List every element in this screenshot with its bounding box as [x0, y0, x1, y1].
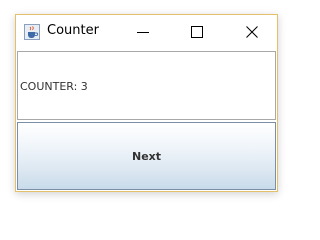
close-icon: [246, 23, 258, 42]
window-title: Counter: [47, 23, 99, 38]
counter-label: COUNTER: 3: [20, 80, 88, 93]
minimize-button[interactable]: [128, 20, 158, 44]
title-bar[interactable]: Counter: [16, 15, 277, 49]
counter-panel: COUNTER: 3: [17, 51, 276, 120]
minimize-icon: [137, 23, 149, 42]
maximize-icon: [191, 23, 203, 42]
close-button[interactable]: [237, 20, 267, 44]
next-button[interactable]: Next: [17, 122, 276, 190]
next-button-label: Next: [131, 149, 162, 163]
maximize-button[interactable]: [182, 20, 212, 44]
java-cup-icon: [24, 24, 40, 40]
counter-window: Counter COUNTER: 3 Next: [15, 14, 278, 192]
